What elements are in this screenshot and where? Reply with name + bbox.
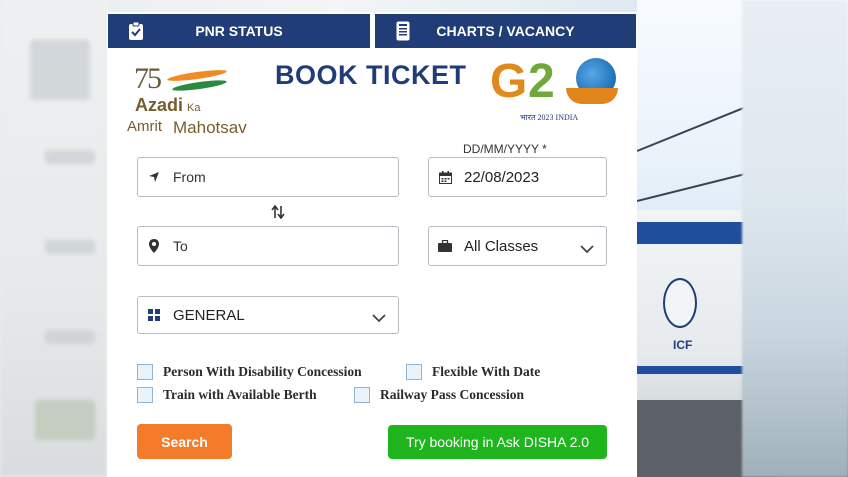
chevron-down-icon <box>580 241 594 254</box>
date-format-label: DD/MM/YYYY * <box>463 142 547 156</box>
background-page-right <box>742 0 848 477</box>
checkbox-label: Person With Disability Concession <box>163 364 362 379</box>
azadi-ka-amrit-mahotsav-logo: 75 Azadi Ka Amrit Mahotsav <box>127 62 247 137</box>
checkbox-box[interactable] <box>137 364 153 380</box>
document-list-icon <box>395 21 411 41</box>
checkbox-flexible-date[interactable]: Flexible With Date <box>406 364 540 380</box>
from-station-input[interactable]: From <box>137 157 399 197</box>
briefcase-icon <box>438 239 452 253</box>
location-arrow-icon <box>147 170 161 184</box>
booking-card: PNR STATUS CHARTS / VACANCY 75 Azadi Ka … <box>107 12 637 477</box>
checkbox-box[interactable] <box>354 387 370 403</box>
to-station-input[interactable]: To <box>137 226 399 266</box>
tab-pnr-status-label: PNR STATUS <box>195 23 283 39</box>
swap-arrows-icon[interactable] <box>271 204 285 220</box>
tab-charts-vacancy-label: CHARTS / VACANCY <box>436 23 575 39</box>
map-pin-icon <box>147 239 161 253</box>
calendar-icon <box>438 170 452 184</box>
checkbox-disability-concession[interactable]: Person With Disability Concession <box>137 364 362 380</box>
journey-date-value: 22/08/2023 <box>464 168 540 186</box>
from-placeholder: From <box>173 169 206 185</box>
g20-logo: G 2 भारत 2023 INDIA <box>490 54 620 132</box>
search-button[interactable]: Search <box>137 424 232 459</box>
ask-disha-button[interactable]: Try booking in Ask DISHA 2.0 <box>388 425 607 459</box>
checkbox-box[interactable] <box>137 387 153 403</box>
checkbox-label: Flexible With Date <box>432 364 541 379</box>
quota-select-value: GENERAL <box>173 306 245 324</box>
checkbox-railway-pass[interactable]: Railway Pass Concession <box>354 387 524 403</box>
clipboard-check-icon <box>128 22 144 40</box>
class-select-value: All Classes <box>464 237 539 255</box>
class-select[interactable]: All Classes <box>428 226 607 266</box>
tab-charts-vacancy[interactable]: CHARTS / VACANCY <box>375 14 636 48</box>
quota-select[interactable]: GENERAL <box>137 296 399 334</box>
to-placeholder: To <box>173 238 188 254</box>
checkbox-box[interactable] <box>406 364 422 380</box>
chevron-down-icon <box>372 310 386 323</box>
checkbox-available-berth[interactable]: Train with Available Berth <box>137 387 317 403</box>
journey-date-input[interactable]: 22/08/2023 <box>428 157 607 197</box>
checkbox-label: Railway Pass Concession <box>380 387 525 402</box>
tab-pnr-status[interactable]: PNR STATUS <box>108 14 370 48</box>
page-title: BOOK TICKET <box>275 60 467 90</box>
background-page-left <box>0 0 107 477</box>
checkbox-label: Train with Available Berth <box>163 387 317 402</box>
grid-icon <box>147 308 161 322</box>
